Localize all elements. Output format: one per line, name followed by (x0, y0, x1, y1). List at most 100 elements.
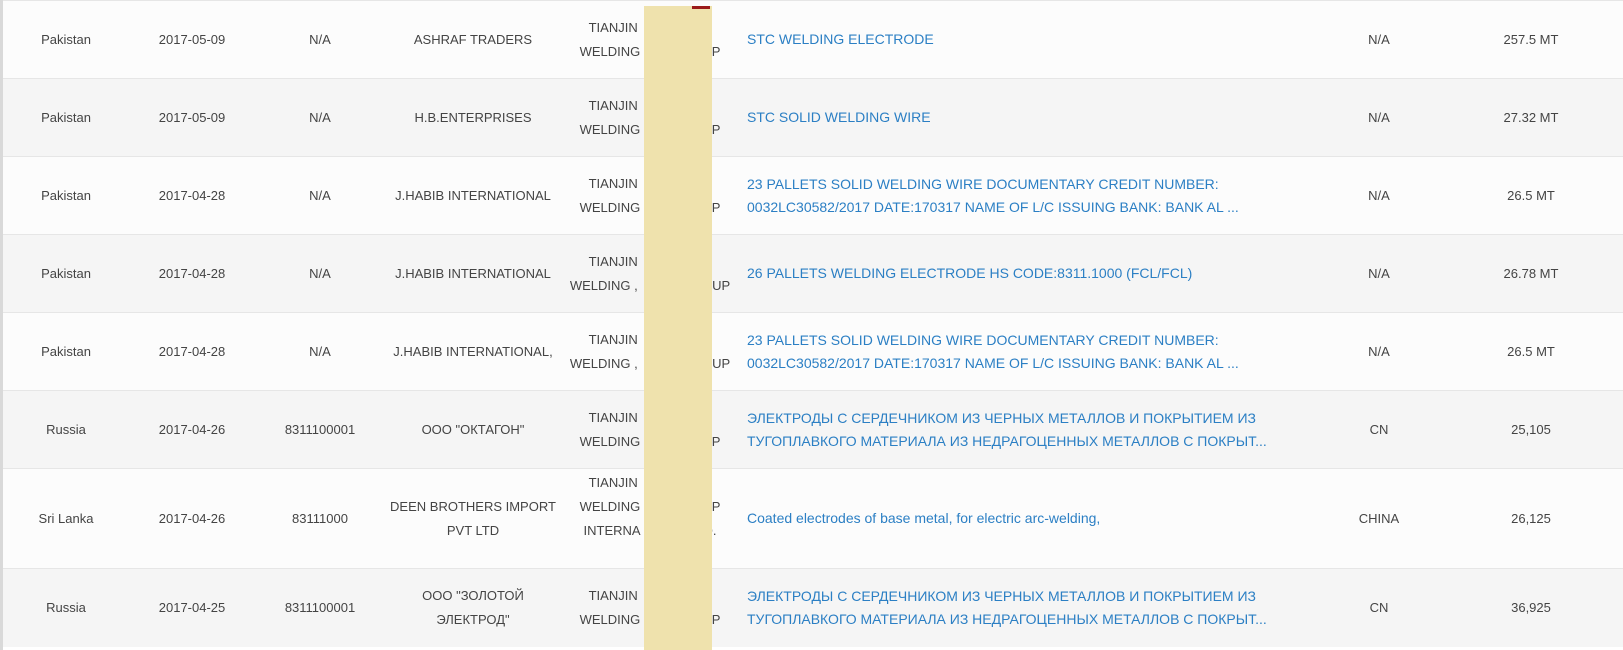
quantity-cell-text: 26.5 MT (1507, 343, 1555, 359)
country-cell: Pakistan (3, 157, 129, 235)
shipments-table: Pakistan 2017-05-09 N/A ASHRAF TRADERS TIANJ… (3, 0, 1623, 647)
origin-cell-text: N/A (1368, 187, 1390, 203)
description-link[interactable]: ЭЛЕКТРОДЫ С СЕРДЕЧНИКОМ ИЗ ЧЕРНЫХ МЕТАЛЛ… (747, 588, 1267, 627)
quantity-cell: 36,925 (1439, 569, 1623, 647)
date-cell: 2017-04-28 (129, 157, 255, 235)
hs-code-cell: 8311100001 (255, 569, 385, 647)
country-cell: Pakistan (3, 313, 129, 391)
description-cell: Coated electrodes of base metal, for ele… (739, 469, 1319, 569)
date-cell-text: 2017-04-25 (158, 599, 226, 615)
country-cell-text: Russia (46, 421, 86, 437)
table-row[interactable]: Pakistan 2017-04-28 N/A J.HABIB INTERNATION… (3, 312, 1623, 391)
hs-code-cell: N/A (255, 79, 385, 157)
origin-cell: CN (1319, 569, 1439, 647)
hs-code-cell-text: N/A (309, 343, 331, 359)
description-link[interactable]: 23 PALLETS SOLID WELDING WIRE DOCUMENTAR… (747, 332, 1239, 371)
origin-cell: N/A (1319, 79, 1439, 157)
country-cell-text: Pakistan (41, 265, 91, 281)
date-cell-text: 2017-04-28 (158, 187, 226, 203)
table-row[interactable]: Pakistan 2017-04-28 N/A J.HABIB INTERNATION… (3, 234, 1623, 313)
buyer-cell: J.HABIB INTERNATIONAL (385, 157, 561, 235)
quantity-cell: 257.5 MT (1439, 1, 1623, 79)
date-cell: 2017-04-26 (129, 391, 255, 469)
hs-code-cell: N/A (255, 313, 385, 391)
origin-cell-text: CN (1369, 421, 1389, 437)
date-cell-text: 2017-04-26 (158, 510, 226, 526)
country-cell-text: Sri Lanka (38, 510, 94, 526)
hs-code-cell-text: N/A (309, 187, 331, 203)
hs-code-cell: N/A (255, 1, 385, 79)
date-cell-text: 2017-05-09 (158, 109, 226, 125)
buyer-cell: DEEN BROTHERS IMPORT PVT LTD (385, 469, 561, 569)
quantity-cell: 26.5 MT (1439, 313, 1623, 391)
origin-cell: CHINA (1319, 469, 1439, 569)
table-row[interactable]: Sri Lanka 2017-04-26 83111000 DEEN BROTHERS… (3, 468, 1623, 569)
origin-cell: CN (1319, 391, 1439, 469)
origin-cell-text: CN (1369, 599, 1389, 615)
quantity-cell-text: 26.5 MT (1507, 187, 1555, 203)
country-cell: Pakistan (3, 1, 129, 79)
origin-cell: N/A (1319, 157, 1439, 235)
origin-cell-text: N/A (1368, 265, 1390, 281)
origin-cell-text: CHINA (1358, 510, 1400, 526)
country-cell: Pakistan (3, 79, 129, 157)
date-cell-text: 2017-04-26 (158, 421, 226, 437)
hs-code-cell-text: N/A (309, 31, 331, 47)
date-cell: 2017-04-25 (129, 569, 255, 647)
hs-code-cell-text: 8311100001 (284, 599, 356, 615)
buyer-cell-text: H.B.ENTERPRISES (414, 109, 532, 125)
quantity-cell: 26.5 MT (1439, 157, 1623, 235)
buyer-cell-text: ASHRAF TRADERS (413, 31, 533, 47)
hs-code-cell-text: 8311100001 (284, 421, 356, 437)
table-row[interactable]: Pakistan 2017-04-28 N/A J.HABIB INTERNATION… (3, 156, 1623, 235)
quantity-cell: 26.78 MT (1439, 235, 1623, 313)
buyer-cell: ASHRAF TRADERS (385, 1, 561, 79)
hs-code-cell-text: 83111000 (292, 510, 348, 526)
origin-cell: N/A (1319, 235, 1439, 313)
quantity-cell-text: 26.78 MT (1503, 265, 1559, 281)
hs-code-cell-text: N/A (309, 265, 331, 281)
date-cell: 2017-05-09 (129, 79, 255, 157)
hs-code-cell: 8311100001 (255, 391, 385, 469)
description-cell: STC SOLID WELDING WIRE (739, 79, 1319, 157)
description-link[interactable]: Coated electrodes of base metal, for ele… (747, 510, 1100, 526)
hs-code-cell: N/A (255, 157, 385, 235)
description-link[interactable]: STC WELDING ELECTRODE (747, 31, 934, 47)
origin-cell: N/A (1319, 1, 1439, 79)
buyer-cell: ООО "ОКТАГОН" (385, 391, 561, 469)
buyer-cell: H.B.ENTERPRISES (385, 79, 561, 157)
quantity-cell: 26,125 (1439, 469, 1623, 569)
origin-cell-text: N/A (1368, 31, 1390, 47)
quantity-cell-text: 27.32 MT (1503, 109, 1559, 125)
buyer-cell-text: J.HABIB INTERNATIONAL, (393, 343, 553, 359)
date-cell-text: 2017-04-28 (158, 265, 226, 281)
country-cell-text: Pakistan (41, 343, 91, 359)
quantity-cell-text: 26,125 (1511, 510, 1551, 526)
table-row[interactable]: Pakistan 2017-05-09 N/A H.B.ENTERPRISES TIAN… (3, 78, 1623, 157)
description-cell: ЭЛЕКТРОДЫ С СЕРДЕЧНИКОМ ИЗ ЧЕРНЫХ МЕТАЛЛ… (739, 569, 1319, 647)
table-row[interactable]: Russia 2017-04-26 8311100001 ООО "ОКТАГОН" T… (3, 390, 1623, 469)
buyer-cell: J.HABIB INTERNATIONAL (385, 235, 561, 313)
description-link[interactable]: 26 PALLETS WELDING ELECTRODE HS CODE:831… (747, 265, 1192, 281)
country-cell: Pakistan (3, 235, 129, 313)
origin-cell: N/A (1319, 313, 1439, 391)
date-cell: 2017-05-09 (129, 1, 255, 79)
buyer-cell-text: DEEN BROTHERS IMPORT PVT LTD (390, 498, 556, 538)
buyer-cell-text: J.HABIB INTERNATIONAL (395, 265, 551, 281)
buyer-cell: ООО "ЗОЛОТОЙ ЭЛЕКТРОД" (385, 569, 561, 647)
country-cell: Sri Lanka (3, 469, 129, 569)
buyer-cell-text: ООО "ЗОЛОТОЙ ЭЛЕКТРОД" (422, 587, 524, 627)
quantity-cell: 27.32 MT (1439, 79, 1623, 157)
date-cell: 2017-04-26 (129, 469, 255, 569)
country-cell-text: Pakistan (41, 31, 91, 47)
country-cell-text: Pakistan (41, 109, 91, 125)
table-row[interactable]: Pakistan 2017-05-09 N/A ASHRAF TRADERS TIANJ… (3, 0, 1623, 79)
description-cell: 23 PALLETS SOLID WELDING WIRE DOCUMENTAR… (739, 313, 1319, 391)
description-link[interactable]: ЭЛЕКТРОДЫ С СЕРДЕЧНИКОМ ИЗ ЧЕРНЫХ МЕТАЛЛ… (747, 410, 1267, 449)
description-link[interactable]: 23 PALLETS SOLID WELDING WIRE DOCUMENTAR… (747, 176, 1239, 215)
quantity-cell-text: 36,925 (1511, 599, 1551, 615)
table-row[interactable]: Russia 2017-04-25 8311100001 ООО "ЗОЛОТОЙ Э… (3, 568, 1623, 647)
description-link[interactable]: STC SOLID WELDING WIRE (747, 109, 931, 125)
date-cell-text: 2017-04-28 (158, 343, 226, 359)
hs-code-cell: 83111000 (255, 469, 385, 569)
